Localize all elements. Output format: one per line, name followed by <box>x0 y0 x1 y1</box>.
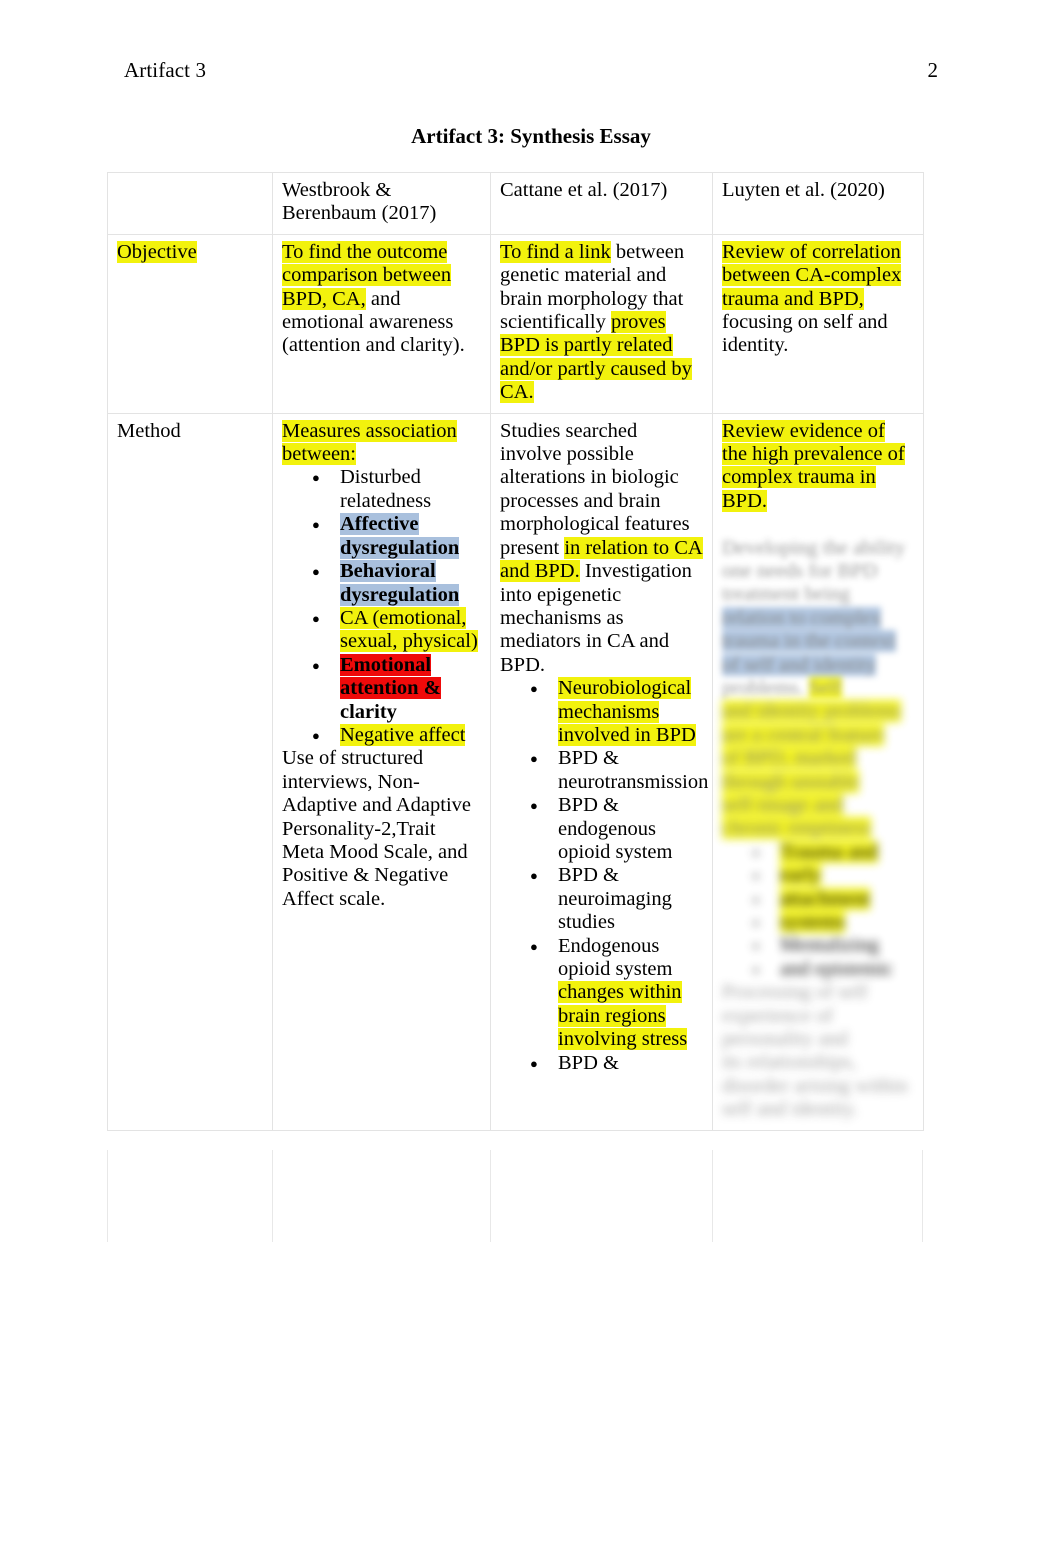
header-label-westbrook: Westbrook & Berenbaum (2017) <box>282 179 437 225</box>
objective-label-text: Objective <box>117 240 197 263</box>
page-title: Artifact 3: Synthesis Essay <box>411 124 651 148</box>
running-header: Artifact 3 2 <box>124 56 938 84</box>
row-label-method: Method <box>107 412 273 1131</box>
method-cattane-intro: Studies searched involve possible altera… <box>500 419 703 676</box>
method-cell-luyten: Review evidence of the high prevalence o… <box>712 412 924 1131</box>
method-westbrook-list: Disturbed relatednessAffective dysregula… <box>282 465 481 748</box>
objective-luyten-text: Review of correlation between CA-complex… <box>722 240 902 357</box>
method-luyten-obscured-list: and identity problems are a central feat… <box>722 700 914 982</box>
objective-cell-luyten: Review of correlation between CA-complex… <box>712 233 924 414</box>
table-header-row: Westbrook & Berenbaum (2017) Cattane et … <box>107 172 924 235</box>
list-item: BPD & endogenous opioid system <box>530 793 703 864</box>
header-cell-cattane: Cattane et al. (2017) <box>490 172 713 235</box>
table-row-objective: Objective To find the outcome comparison… <box>107 233 924 414</box>
list-item: BPD & neuroimaging studies <box>530 863 703 934</box>
list-item: Disturbed relatedness <box>312 465 481 513</box>
synthesis-table: Westbrook & Berenbaum (2017) Cattane et … <box>107 172 924 1131</box>
row-label-objective: Objective <box>107 233 273 414</box>
header-cell-luyten: Luyten et al. (2020) <box>712 172 924 235</box>
header-label-cattane: Cattane et al. (2017) <box>500 179 668 201</box>
objective-cattane-text: To find a link between genetic material … <box>500 240 692 404</box>
page-number: 2 <box>927 58 939 82</box>
method-luyten-obscured-tail: Processing of self experience of persona… <box>722 981 908 1121</box>
method-luyten-intro: Review evidence of the high prevalence o… <box>722 419 905 512</box>
header-cell-blank <box>107 172 273 235</box>
list-item: CA (emotional, sexual, physical) <box>312 606 481 654</box>
method-westbrook-outro: Use of structured interviews, Non-Adapti… <box>282 747 472 910</box>
list-item: Neurobiological mechanisms involved in B… <box>530 676 703 747</box>
list-item: Negative affect <box>312 723 481 748</box>
method-luyten-obscured-text: Developing the ability one needs for BPD… <box>722 536 906 700</box>
table-row-method: Method Measures association between: Dis… <box>107 412 924 1131</box>
document-page: Artifact 3 2 Artifact 3: Synthesis Essay… <box>0 0 1062 1556</box>
objective-westbrook-text: To find the outcome comparison between B… <box>282 240 465 357</box>
objective-cell-cattane: To find a link between genetic material … <box>490 233 713 414</box>
list-item: BPD & <box>530 1051 703 1076</box>
header-cell-westbrook: Westbrook & Berenbaum (2017) <box>272 172 491 235</box>
method-label-text: Method <box>117 419 181 442</box>
list-item: Endogenous opioid system changes within … <box>530 934 703 1052</box>
method-cell-westbrook: Measures association between: Disturbed … <box>272 412 491 1131</box>
method-westbrook-intro: Measures association between: <box>282 419 457 466</box>
list-item: Affective dysregulation <box>312 512 481 560</box>
method-cattane-list: Neurobiological mechanisms involved in B… <box>500 676 708 1076</box>
list-item: Emotional attention & clarity <box>312 653 481 724</box>
header-label-luyten: Luyten et al. (2020) <box>722 179 885 201</box>
list-item: BPD & neurotransmission <box>530 746 708 794</box>
method-cell-cattane: Studies searched involve possible altera… <box>490 412 713 1131</box>
table-continuation-rules <box>107 1150 923 1242</box>
list-item: Behavioral dysregulation <box>312 559 481 607</box>
running-header-title: Artifact 3 <box>124 58 207 82</box>
objective-cell-westbrook: To find the outcome comparison between B… <box>272 233 491 414</box>
